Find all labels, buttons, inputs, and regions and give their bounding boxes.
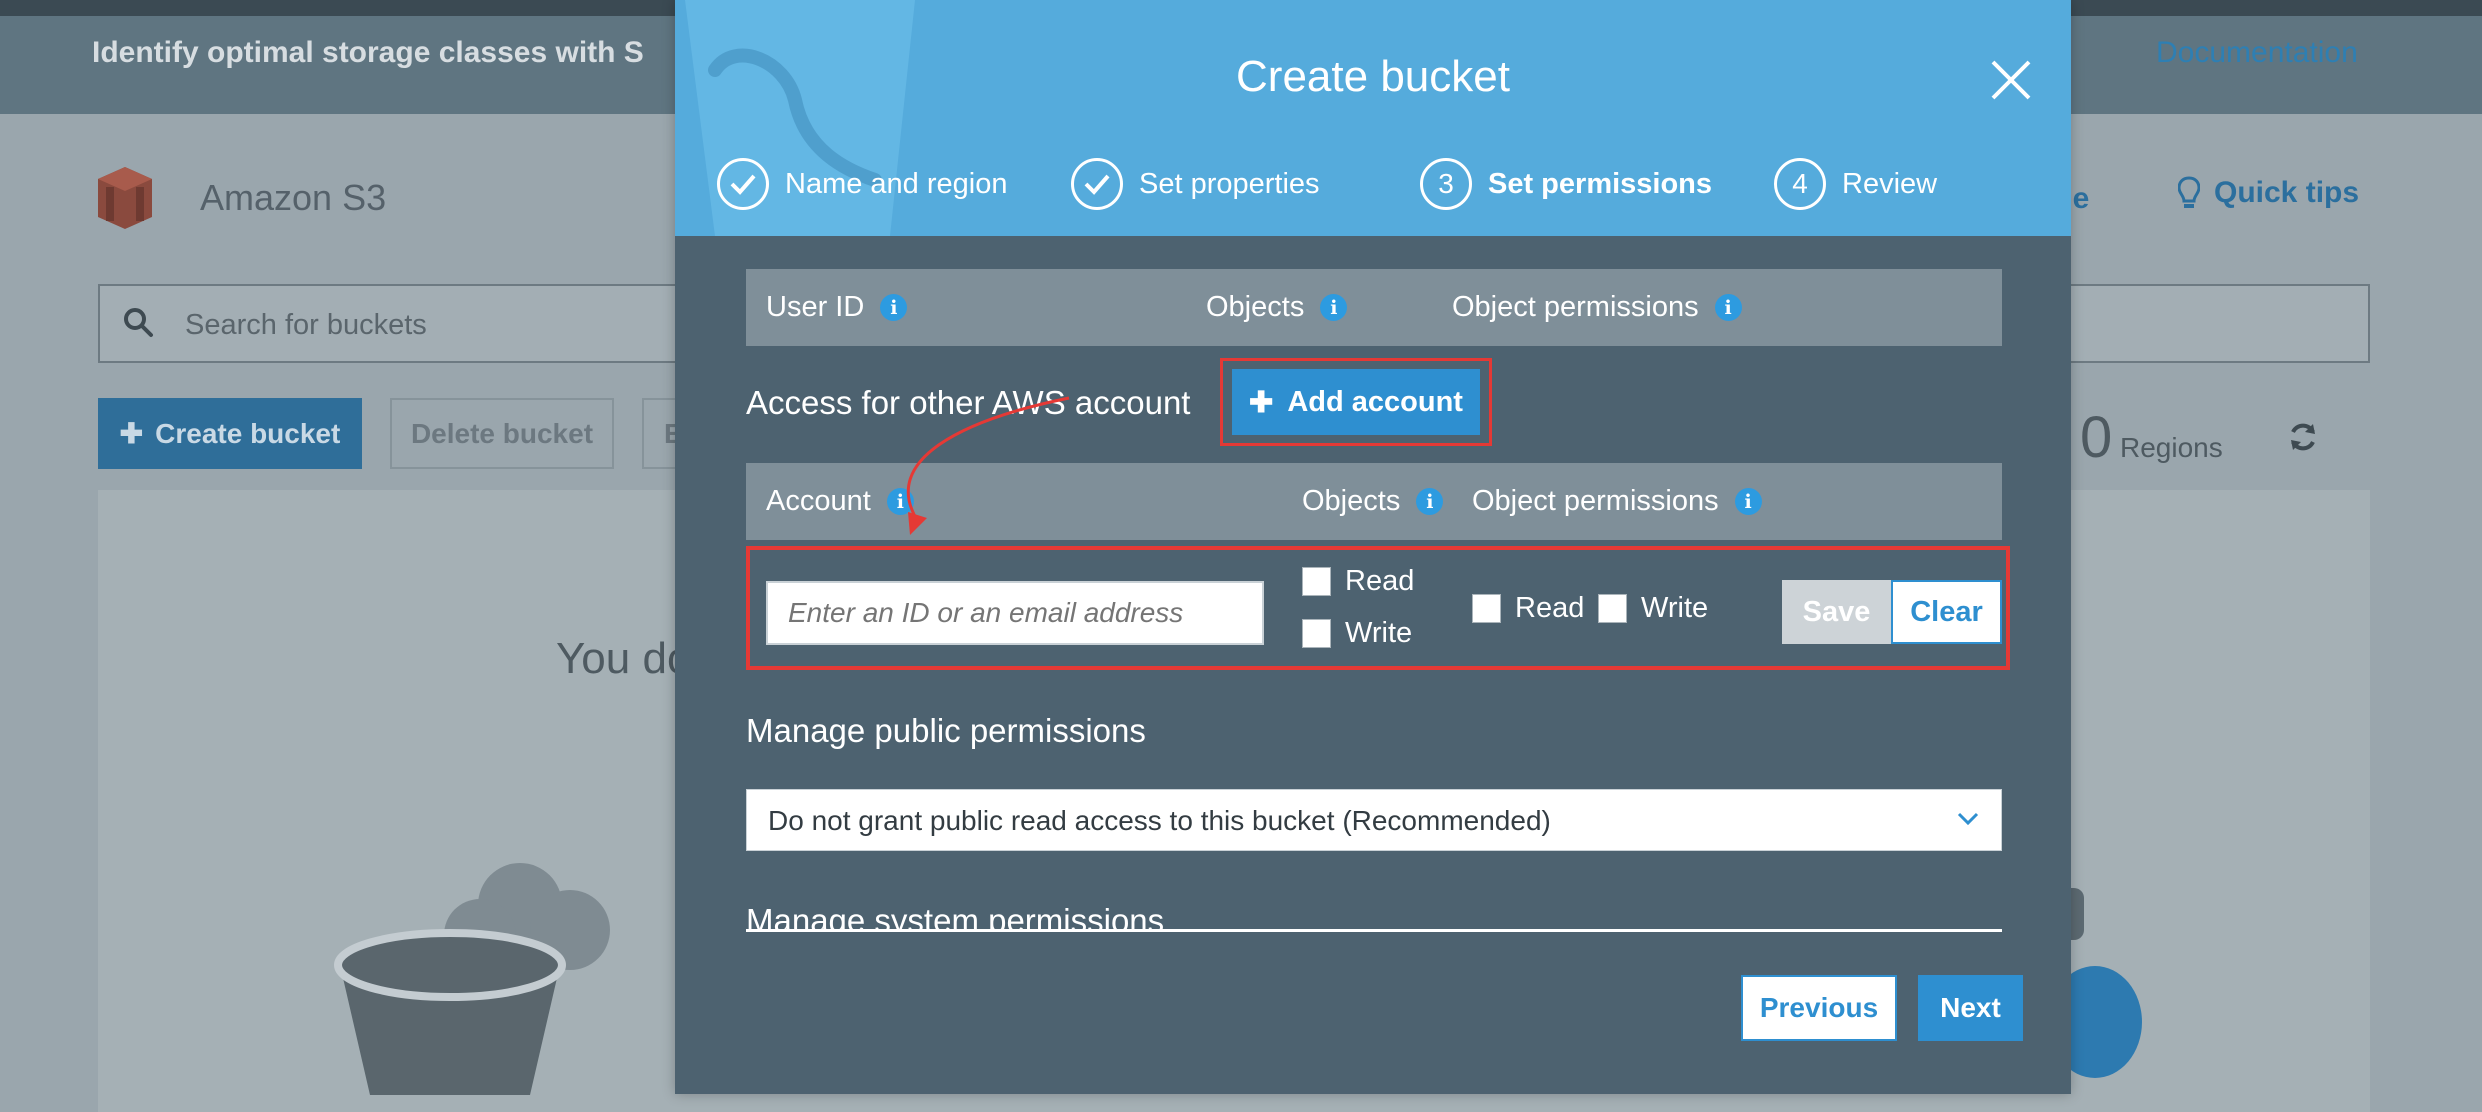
account-id-input[interactable] bbox=[766, 581, 1264, 645]
checkbox[interactable] bbox=[1598, 594, 1627, 623]
checkbox[interactable] bbox=[1472, 594, 1501, 623]
previous-button[interactable]: Previous bbox=[1741, 975, 1897, 1041]
checkbox-label: Write bbox=[1641, 592, 1709, 624]
create-bucket-dialog: Create bucket Name and region Set proper… bbox=[675, 0, 2071, 1094]
step-label: Set properties bbox=[1139, 167, 1320, 200]
checkbox-label: Write bbox=[1345, 617, 1413, 649]
user-permissions-header: User ID i Objects i Object permissions i bbox=[746, 269, 2002, 346]
quick-tips-link[interactable]: Quick tips bbox=[2178, 176, 2359, 210]
refresh-icon[interactable] bbox=[2286, 420, 2320, 454]
bg-create-bucket-label: Create bucket bbox=[155, 417, 341, 449]
step-label: Set permissions bbox=[1488, 167, 1713, 200]
object-permissions-read-checkbox[interactable]: Read bbox=[1472, 592, 1584, 625]
quick-tips-label: Quick tips bbox=[2214, 176, 2360, 209]
step-name-and-region[interactable]: Name and region bbox=[717, 158, 1007, 210]
check-icon bbox=[717, 158, 769, 210]
other-accounts-label: Access for other AWS account bbox=[746, 384, 1191, 421]
column-label: Object permissions bbox=[1452, 291, 1699, 323]
column-label: User ID bbox=[766, 291, 865, 323]
save-button[interactable]: Save bbox=[1782, 580, 1891, 644]
user-id-column: User ID i bbox=[766, 291, 908, 324]
s3-logo-icon bbox=[98, 167, 152, 229]
public-permissions-select[interactable]: Do not grant public read access to this … bbox=[746, 789, 2002, 851]
select-value: Do not grant public read access to this … bbox=[768, 805, 1551, 836]
app-title: Amazon S3 bbox=[200, 177, 387, 218]
search-placeholder: Search for buckets bbox=[185, 309, 427, 341]
step-label: Name and region bbox=[785, 167, 1008, 200]
step-set-permissions[interactable]: 3 Set permissions bbox=[1420, 158, 1712, 210]
check-icon bbox=[1071, 158, 1123, 210]
object-permissions-write-checkbox[interactable]: Write bbox=[1598, 592, 1708, 625]
column-label: Objects bbox=[1206, 291, 1305, 323]
info-icon[interactable]: i bbox=[1416, 488, 1444, 515]
bg-create-bucket-button[interactable]: ✚ Create bucket bbox=[98, 398, 362, 469]
checkbox-label: Read bbox=[1515, 592, 1585, 624]
step-label: Review bbox=[1842, 167, 1938, 200]
column-label: Account bbox=[766, 485, 871, 517]
divider bbox=[746, 929, 2002, 932]
documentation-link[interactable]: Documentation bbox=[2156, 36, 2358, 70]
bucket-illustration-icon bbox=[334, 863, 610, 1095]
public-permissions-label: Manage public permissions bbox=[746, 712, 1146, 749]
step-set-properties[interactable]: Set properties bbox=[1071, 158, 1320, 210]
info-icon[interactable]: i bbox=[1714, 294, 1742, 321]
plus-icon: ✚ bbox=[119, 418, 144, 449]
account-permissions-header: Account i Objects i Object permissions i bbox=[746, 463, 2002, 540]
search-icon bbox=[124, 308, 153, 337]
step-number: 4 bbox=[1774, 158, 1826, 210]
scroll-fade bbox=[746, 932, 2002, 962]
region-count: 0 bbox=[2080, 405, 2113, 470]
plus-icon: ✚ bbox=[1249, 386, 1274, 419]
clear-button[interactable]: Clear bbox=[1891, 580, 2002, 644]
info-icon[interactable]: i bbox=[886, 488, 914, 515]
add-account-label: Add account bbox=[1287, 385, 1463, 418]
column-label: Object permissions bbox=[1472, 485, 1719, 517]
info-icon[interactable]: i bbox=[880, 294, 908, 321]
step-review[interactable]: 4 Review bbox=[1774, 158, 1937, 210]
add-account-button[interactable]: ✚ Add account bbox=[1232, 369, 1480, 435]
regions-label: Regions bbox=[2120, 432, 2223, 463]
column-label: Objects bbox=[1302, 485, 1401, 517]
next-button[interactable]: Next bbox=[1918, 975, 2023, 1041]
checkbox[interactable] bbox=[1302, 619, 1331, 648]
objects-column: Objects i bbox=[1302, 485, 1444, 518]
objects-column: Objects i bbox=[1206, 291, 1348, 324]
object-permissions-column: Object permissions i bbox=[1452, 291, 1742, 324]
delete-bucket-button[interactable]: Delete bucket bbox=[390, 398, 614, 469]
checkbox[interactable] bbox=[1302, 567, 1331, 596]
banner-text: Identify optimal storage classes with S bbox=[92, 36, 644, 69]
chevron-down-icon bbox=[1957, 812, 1979, 826]
dialog-title: Create bucket bbox=[1236, 52, 1510, 101]
objects-write-checkbox[interactable]: Write bbox=[1302, 617, 1412, 650]
object-permissions-column: Object permissions i bbox=[1472, 485, 1762, 518]
info-icon[interactable]: i bbox=[1320, 294, 1348, 321]
objects-read-checkbox[interactable]: Read bbox=[1302, 565, 1414, 598]
info-icon[interactable]: i bbox=[1734, 488, 1762, 515]
empty-state-text: You do bbox=[556, 634, 692, 683]
close-icon[interactable] bbox=[1989, 58, 2033, 102]
lightbulb-icon bbox=[2178, 176, 2200, 208]
dialog-header: Create bucket Name and region Set proper… bbox=[675, 0, 2071, 236]
checkbox-label: Read bbox=[1345, 565, 1415, 597]
step-number: 3 bbox=[1420, 158, 1472, 210]
account-column: Account i bbox=[766, 485, 914, 518]
